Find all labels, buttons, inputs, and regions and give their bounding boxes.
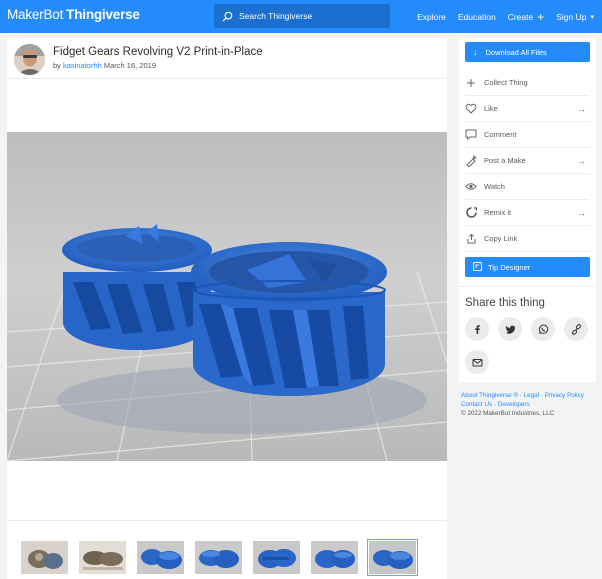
post-a-make-button[interactable]: Post a Make → [465,148,590,174]
copyright: © 2022 MakerBot Industries, LLC [461,410,555,417]
about-link[interactable]: About Thingiverse ® [461,392,518,399]
nav-signup[interactable]: Sign Up ▾ [556,12,594,22]
share-heading: Share this thing [465,297,545,309]
search-placeholder: Search Thingiverse [239,11,313,21]
search-input[interactable]: Search Thingiverse [214,4,390,28]
avatar[interactable] [14,44,45,75]
developers-link[interactable]: Developers [498,401,530,408]
download-label: Download All Files [485,47,547,57]
copy-link-label: Copy Link [484,234,518,243]
byline-prefix: by [53,61,61,70]
link-icon [571,323,581,335]
nav-create-label: Create [507,11,534,22]
facebook-icon [474,324,480,334]
nav-education[interactable]: Education [458,12,496,22]
share-link-button[interactable] [564,317,588,341]
share-facebook-button[interactable] [465,317,489,341]
share-icon [465,233,477,245]
privacy-link[interactable]: Privacy Policy [545,392,584,399]
download-all-files-button[interactable]: ↓ Download All Files [465,42,590,62]
post-a-make-label: Post a Make [484,156,526,165]
thumbnail-render-2[interactable] [195,541,242,574]
tip-icon [473,261,482,273]
legal-link[interactable]: Legal [524,392,539,399]
comment-icon [465,129,477,141]
thingiverse-logo[interactable]: MakerBot Thingiverse [7,7,140,22]
sidebar-footer: About Thingiverse ® · Legal · Privacy Po… [461,391,599,418]
watch-button[interactable]: Watch [465,174,590,200]
nav-signup-label: Sign Up [556,11,587,22]
logo-thingiverse: Thingiverse [66,7,140,22]
collect-label: Collect Thing [484,78,528,87]
byline: by kasinatorhh March 16, 2019 [53,61,156,70]
like-label: Like [484,104,498,113]
remix-label: Remix it [484,208,512,217]
search-icon [222,11,233,21]
thumbnail-render-4[interactable] [311,541,358,574]
thumbnail-photo-2[interactable] [79,541,126,574]
plus-icon: + [537,9,545,24]
nav-explore[interactable]: Explore [417,12,446,22]
logo-makerbot: MakerBot [7,7,64,22]
like-button[interactable]: Like → [465,96,590,122]
whatsapp-icon [538,324,548,334]
author-link[interactable]: kasinatorhh [63,61,102,70]
share-twitter-button[interactable] [498,317,522,341]
copy-link-button[interactable]: Copy Link [465,226,590,252]
divider [459,286,596,287]
thumbnail-strip [21,539,418,576]
eye-icon [465,181,477,193]
arrow-right-icon: → [577,103,586,114]
chevron-down-icon: ▾ [590,13,594,21]
plus-icon [465,77,477,89]
arrow-right-icon: → [577,207,586,218]
nav-create[interactable]: Create + [508,11,545,23]
contact-link[interactable]: Contact Us [461,401,492,408]
mail-icon [472,358,482,366]
twitter-icon [505,325,515,334]
remix-icon [465,207,477,219]
heart-icon [465,103,477,115]
action-sidebar: ↓ Download All Files Collect Thing Like … [459,38,596,382]
collect-thing-button[interactable]: Collect Thing [465,70,590,96]
remix-it-button[interactable]: Remix it → [465,200,590,226]
thumbnail-photo-1[interactable] [21,541,68,574]
comment-button[interactable]: Comment [465,122,590,148]
thumbnail-render-1[interactable] [137,541,184,574]
tip-designer-button[interactable]: Tip Designer [465,257,590,277]
watch-label: Watch [484,182,505,191]
arrow-right-icon: → [577,155,586,166]
divider [7,78,447,79]
tip-label: Tip Designer [488,262,531,272]
thumbnail-render-3[interactable] [253,541,300,574]
divider [7,520,447,521]
model-render-image[interactable] [7,132,447,461]
page-title: Fidget Gears Revolving V2 Print-in-Place [53,46,263,58]
share-email-button[interactable] [465,350,489,374]
thing-card: Fidget Gears Revolving V2 Print-in-Place… [7,38,447,579]
make-icon [465,154,477,167]
download-icon: ↓ [473,47,478,57]
share-whatsapp-button[interactable] [531,317,555,341]
comment-label: Comment [484,130,517,139]
publish-date: March 16, 2019 [103,61,157,70]
thumbnail-render-5[interactable] [367,539,418,576]
top-nav: MakerBot Thingiverse Search Thingiverse E… [0,0,602,33]
